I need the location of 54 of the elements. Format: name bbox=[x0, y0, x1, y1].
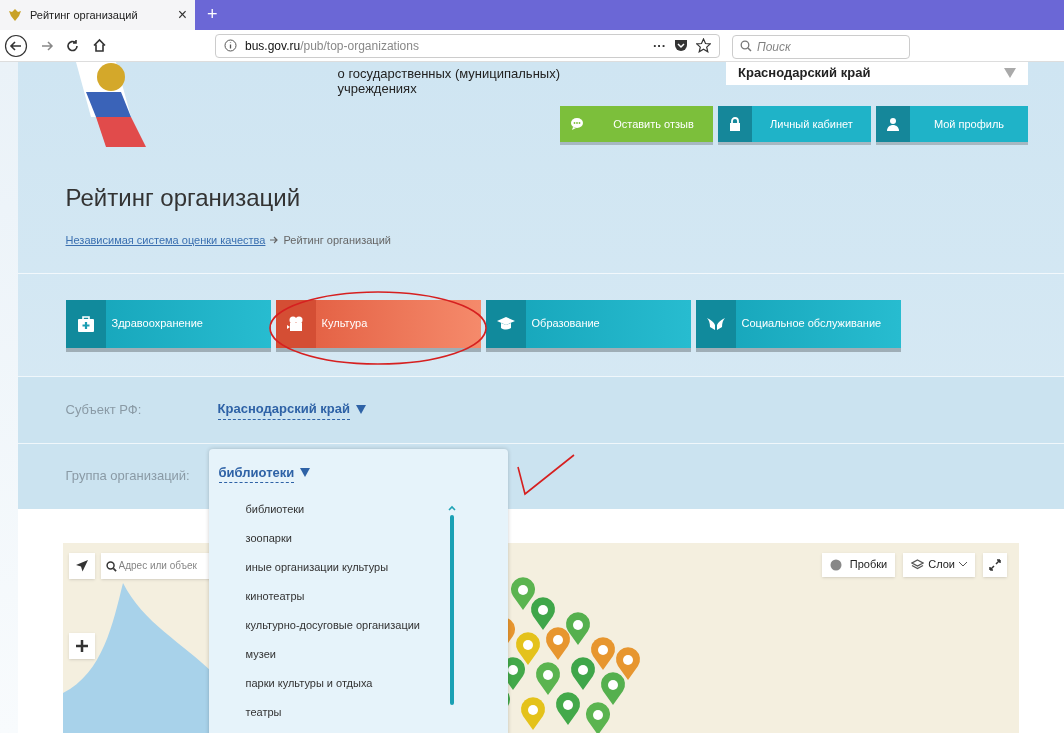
dropdown-option[interactable]: кинотеатры bbox=[218, 582, 498, 611]
breadcrumb-current: Рейтинг организаций bbox=[283, 233, 391, 248]
agency-name-text: учреждениях bbox=[337, 81, 418, 96]
pocket-icon[interactable] bbox=[674, 39, 688, 52]
scroll-up-icon bbox=[447, 504, 456, 512]
search-icon bbox=[105, 560, 117, 572]
filter-dropdown[interactable]: библиотеки bbox=[218, 462, 311, 483]
emblem-icon bbox=[8, 8, 22, 22]
person-icon bbox=[886, 116, 900, 132]
region-select[interactable]: Краснодарский край bbox=[726, 62, 1028, 85]
lock-icon bbox=[728, 116, 742, 132]
dropdown-option[interactable]: музеи bbox=[218, 640, 498, 669]
dropdown-option[interactable]: парки культуры и отдыха bbox=[218, 669, 498, 698]
back-icon[interactable] bbox=[4, 33, 28, 58]
browser-tab[interactable]: Рейтинг организаций × bbox=[0, 0, 195, 30]
url-text: bus.gov.ru/pub/top-organizations bbox=[245, 37, 420, 55]
chat-bubble-icon bbox=[570, 116, 584, 132]
reload-icon[interactable] bbox=[66, 38, 80, 53]
caret-down-icon bbox=[300, 468, 311, 478]
traffic-button[interactable]: Пробки bbox=[821, 552, 896, 577]
dropdown-option[interactable]: библиотеки bbox=[218, 495, 498, 524]
scrollbar-thumb[interactable] bbox=[449, 514, 454, 705]
address-bar[interactable]: bus.gov.ru/pub/top-organizations ··· bbox=[215, 33, 720, 58]
info-icon bbox=[224, 39, 237, 52]
page-title: Рейтинг организаций bbox=[65, 183, 302, 213]
forward-icon[interactable] bbox=[40, 38, 54, 53]
close-tab-button[interactable]: × bbox=[177, 3, 187, 27]
dropdown-option[interactable]: театры bbox=[218, 698, 498, 727]
breadcrumb-link[interactable]: Независимая система оценки качества bbox=[65, 232, 266, 249]
zoom-in-button[interactable] bbox=[68, 632, 95, 659]
layers-icon bbox=[911, 558, 925, 571]
traffic-icon bbox=[829, 558, 842, 571]
fullscreen-icon[interactable] bbox=[983, 552, 1007, 577]
filter-dropdown[interactable]: Краснодарский край bbox=[217, 399, 366, 420]
layers-button[interactable]: Слои bbox=[903, 552, 975, 577]
star-icon[interactable] bbox=[696, 38, 711, 53]
locate-icon[interactable] bbox=[68, 552, 95, 579]
arrow-right-icon bbox=[269, 235, 280, 246]
agency-name-text: о государственных (муниципальных) bbox=[337, 66, 560, 81]
filter-label: Группа организаций: bbox=[65, 467, 191, 486]
dropdown-arrow-icon bbox=[1004, 68, 1016, 78]
dropdown-option[interactable]: зоопарки bbox=[218, 524, 498, 553]
page-actions-button[interactable]: ··· bbox=[653, 35, 666, 56]
chevron-down-icon bbox=[959, 562, 967, 567]
hand-drawn-checkmark bbox=[516, 454, 575, 496]
filter-label: Субъект РФ: bbox=[65, 400, 143, 419]
new-tab-button[interactable]: + bbox=[195, 0, 230, 30]
dropdown-option[interactable]: культурно-досуговые организации bbox=[218, 611, 498, 640]
tab-title: Рейтинг организаций bbox=[30, 7, 139, 23]
first-aid-kit-icon bbox=[75, 313, 96, 334]
search-field[interactable]: Поиск bbox=[732, 34, 910, 59]
home-icon[interactable] bbox=[92, 38, 107, 53]
caret-down-icon bbox=[355, 405, 366, 414]
search-icon bbox=[740, 39, 752, 52]
